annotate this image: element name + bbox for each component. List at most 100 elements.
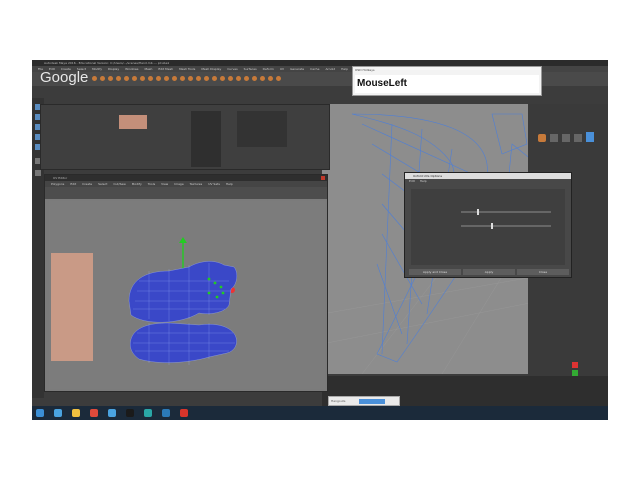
pdf-icon[interactable] xyxy=(180,409,188,417)
folder-icon[interactable] xyxy=(72,409,80,417)
google-logo: Google xyxy=(40,69,89,86)
shelf-tool-icon[interactable] xyxy=(116,76,121,81)
hangouts-control-bar: Hangouts xyxy=(328,396,400,406)
menu-deform[interactable]: Deform xyxy=(263,67,274,71)
uv-menu-edit[interactable]: Edit xyxy=(70,182,76,186)
uv-menu-modify[interactable]: Modify xyxy=(132,182,142,186)
uv-menu-polygons[interactable]: Polygons xyxy=(51,182,64,186)
sphere-icon[interactable] xyxy=(562,134,570,142)
uv-menu-tools[interactable]: Tools xyxy=(148,182,155,186)
options-menu: Edit Help xyxy=(405,179,571,184)
shelf-tool-icon[interactable] xyxy=(188,76,193,81)
menu-mesh-tools[interactable]: Mesh Tools xyxy=(179,67,195,71)
shelf-tool-icon[interactable] xyxy=(124,76,129,81)
uv-menu-uv-sets[interactable]: UV Sets xyxy=(208,182,220,186)
menu-mesh[interactable]: Mesh xyxy=(145,67,153,71)
menu-edit-mesh[interactable]: Edit Mesh xyxy=(158,67,173,71)
ie-icon[interactable] xyxy=(54,409,62,417)
brush-icon[interactable] xyxy=(538,134,546,142)
uv-menu-create[interactable]: Create xyxy=(82,182,92,186)
shelf-tool-icon[interactable] xyxy=(236,76,241,81)
options-menu-help[interactable]: Help xyxy=(420,179,427,183)
windows-taskbar xyxy=(32,406,608,420)
uv-shells xyxy=(51,237,237,365)
close-button[interactable]: Close xyxy=(517,269,569,275)
hangouts-label: Hangouts xyxy=(331,399,346,403)
maya-icon[interactable] xyxy=(144,409,152,417)
options-menu-edit[interactable]: Edit xyxy=(409,179,415,183)
red-swatch[interactable] xyxy=(572,362,578,368)
menu-modify[interactable]: Modify xyxy=(92,67,102,71)
uv-menu-textures[interactable]: Textures xyxy=(190,182,203,186)
shelf-tool-icon[interactable] xyxy=(220,76,225,81)
shelf-tool-icon[interactable] xyxy=(244,76,249,81)
layer-icon[interactable] xyxy=(586,132,594,142)
shelf-tool-icon[interactable] xyxy=(164,76,169,81)
menu-windows[interactable]: Windows xyxy=(125,67,138,71)
shelf-tool-icon[interactable] xyxy=(252,76,257,81)
shelf-tool-icon[interactable] xyxy=(108,76,113,81)
manipulator-arrow-icon xyxy=(179,237,187,243)
close-icon[interactable] xyxy=(321,176,325,180)
shelf-tool-icon[interactable] xyxy=(140,76,145,81)
shelf-tool-icon[interactable] xyxy=(156,76,161,81)
shelf-tool-icon[interactable] xyxy=(212,76,217,81)
apply-button[interactable]: Apply xyxy=(463,269,515,275)
keystroke-text: MouseLeft xyxy=(355,75,539,93)
menu-uv[interactable]: UV xyxy=(280,67,284,71)
menu-mesh-display[interactable]: Mesh Display xyxy=(201,67,221,71)
menu-arnold[interactable]: Arnold xyxy=(325,67,335,71)
shelf-tool-icon[interactable] xyxy=(148,76,153,81)
options-title: Unfold UVs Options xyxy=(413,174,443,178)
menu-help[interactable]: Help xyxy=(341,67,348,71)
outliner-list[interactable] xyxy=(191,111,221,167)
slider-handle[interactable] xyxy=(477,209,479,215)
shelf-tool-icon[interactable] xyxy=(132,76,137,81)
uv-canvas[interactable] xyxy=(49,201,325,389)
shelf-tool-icon[interactable] xyxy=(92,76,97,81)
photoshop-icon[interactable] xyxy=(162,409,170,417)
uv-editor-title: UV Editor xyxy=(53,176,68,180)
options-settings-panel xyxy=(411,189,565,265)
layout-icon-2[interactable] xyxy=(35,170,41,176)
menu-generate[interactable]: Generate xyxy=(290,67,304,71)
window-title: Autodesk Maya 2016 - Educational Version… xyxy=(44,61,170,65)
hand-uv-shell-top xyxy=(128,261,237,323)
apply-and-close-button[interactable]: Apply and Close xyxy=(409,269,461,275)
attribute-values xyxy=(237,111,287,147)
iterations-slider[interactable] xyxy=(461,211,551,213)
start-icon[interactable] xyxy=(36,409,44,417)
uv-menu-select[interactable]: Select xyxy=(98,182,107,186)
keystroke-title: OSD Hotkeys xyxy=(355,68,375,72)
shelf-tool-icon[interactable] xyxy=(172,76,177,81)
cube-icon[interactable] xyxy=(550,134,558,142)
menu-curves[interactable]: Curves xyxy=(227,67,237,71)
hand-uv-shell-bottom xyxy=(130,322,237,363)
color-swatch xyxy=(119,115,147,129)
menu-cache[interactable]: Cache xyxy=(310,67,319,71)
shelf-tool-icon[interactable] xyxy=(268,76,273,81)
shelf-tool-icon[interactable] xyxy=(196,76,201,81)
chrome-icon[interactable] xyxy=(90,409,98,417)
uv-menu-view[interactable]: View xyxy=(161,182,168,186)
uv-menu-cut-sew[interactable]: Cut/Sew xyxy=(113,182,125,186)
menu-display[interactable]: Display xyxy=(108,67,119,71)
uv-menu-image[interactable]: Image xyxy=(174,182,183,186)
app-icon[interactable] xyxy=(108,409,116,417)
shelf-tool-icon[interactable] xyxy=(260,76,265,81)
uv-editor-window: UV Editor Polygons Edit Create Select Cut/Se… xyxy=(44,174,328,392)
uv-editor-toolbar xyxy=(45,187,327,199)
diamond-icon[interactable] xyxy=(574,134,582,142)
shelf-tool-icon[interactable] xyxy=(276,76,281,81)
uv-menu-help[interactable]: Help xyxy=(226,182,233,186)
shelf-tool-icon[interactable] xyxy=(180,76,185,81)
pin-slider[interactable] xyxy=(461,225,551,227)
attribute-editor xyxy=(40,104,330,170)
hangouts-button[interactable] xyxy=(359,399,385,404)
slider-handle-2[interactable] xyxy=(491,223,493,229)
shelf-tool-icon[interactable] xyxy=(204,76,209,81)
shelf-tool-icon[interactable] xyxy=(100,76,105,81)
terminal-icon[interactable] xyxy=(126,409,134,417)
shelf-tool-icon[interactable] xyxy=(228,76,233,81)
menu-surfaces[interactable]: Surfaces xyxy=(244,67,257,71)
